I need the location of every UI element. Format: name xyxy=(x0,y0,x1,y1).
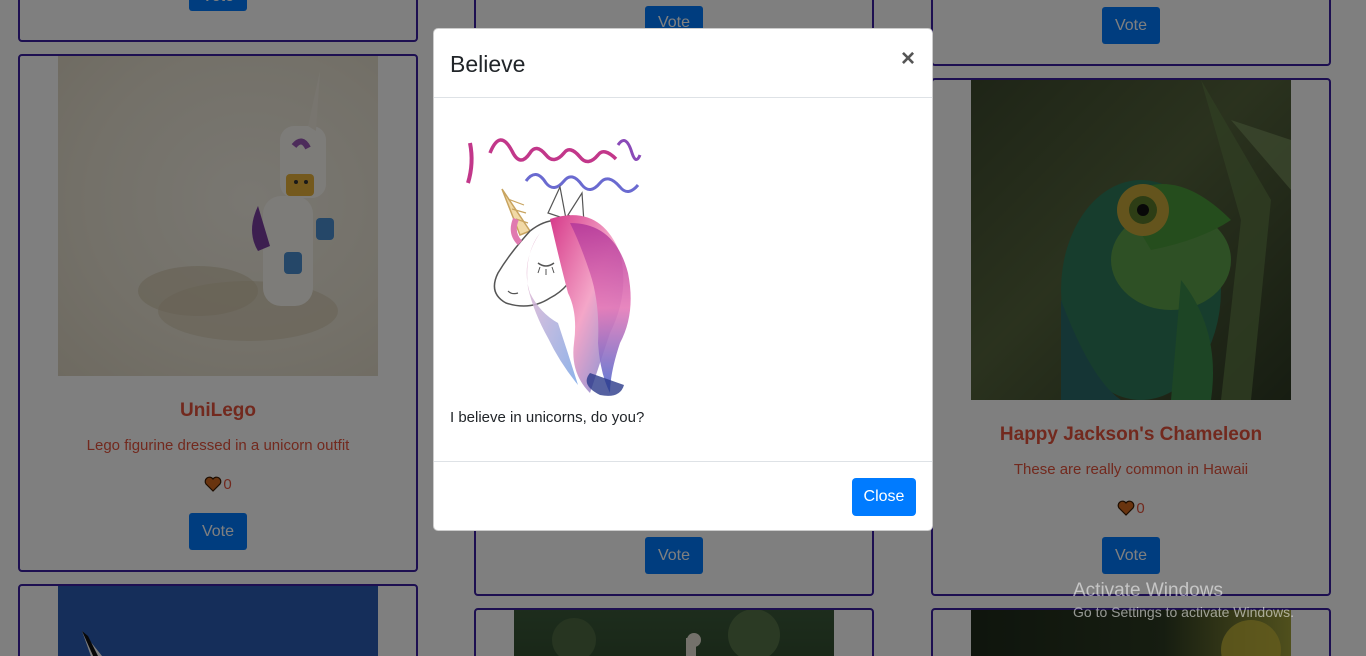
modal-title: Believe xyxy=(450,51,526,77)
unicorn-image xyxy=(450,123,662,403)
watermark-title: Activate Windows xyxy=(1073,580,1223,601)
watermark-subtitle: Go to Settings to activate Windows. xyxy=(1073,604,1294,620)
modal-body: I believe in unicorns, do you? xyxy=(434,99,932,461)
modal-body-text: I believe in unicorns, do you? xyxy=(450,409,645,426)
close-icon[interactable]: × xyxy=(898,47,918,71)
activation-watermark: Activate Windows Go to Settings to activ… xyxy=(1073,580,1294,620)
close-button[interactable]: Close xyxy=(852,478,916,516)
modal-footer: Close xyxy=(434,461,932,530)
modal-header: Believe × xyxy=(434,29,932,98)
modal-dialog: Believe × I believe in unicorns, do you?… xyxy=(433,28,933,531)
